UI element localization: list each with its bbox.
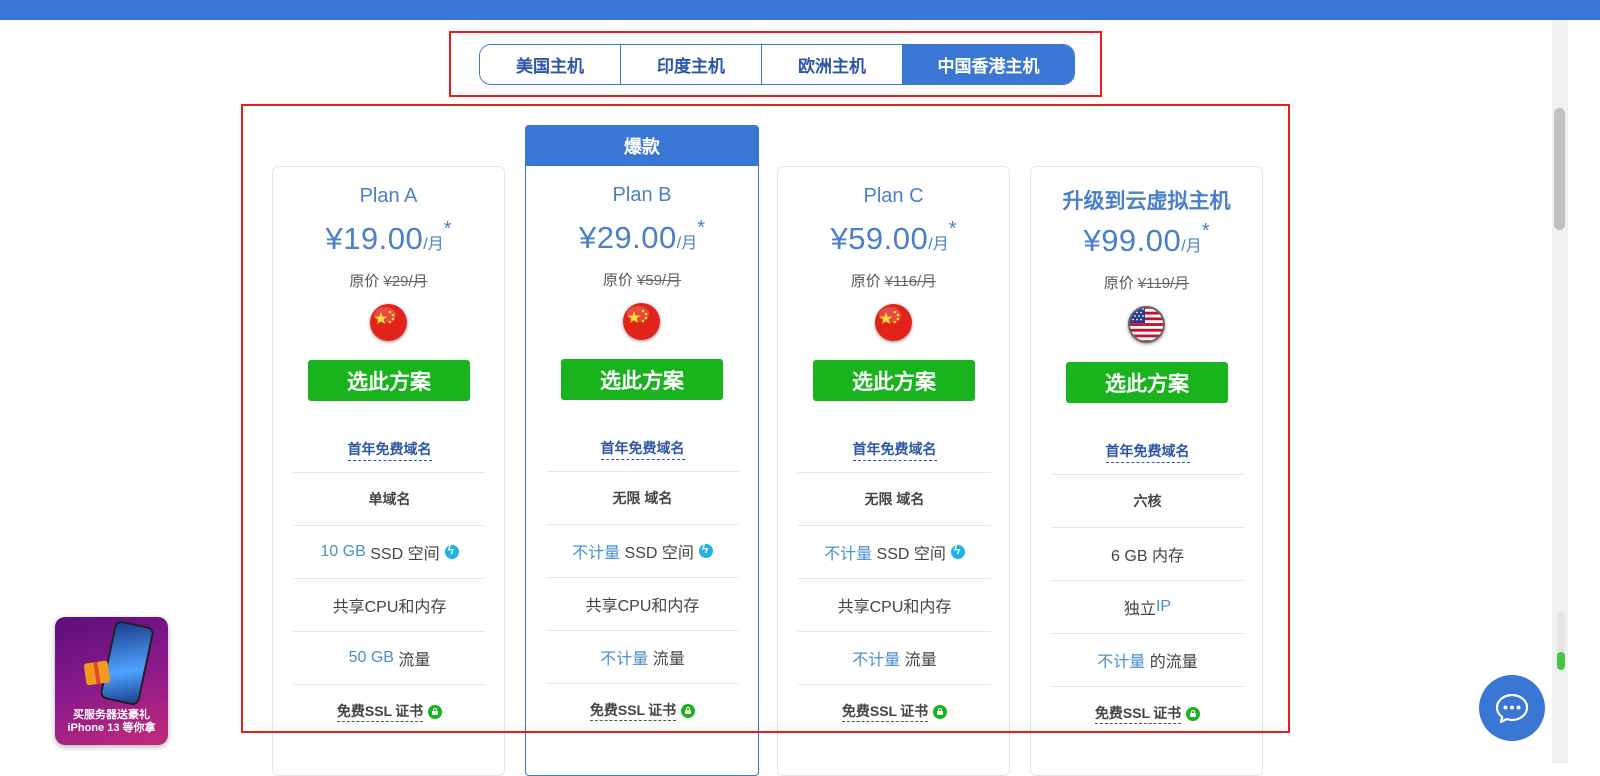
promo-line-2: iPhone 13 等你拿 [67, 722, 156, 734]
chat-bubble-icon [1495, 693, 1529, 724]
side-indicator [1557, 612, 1565, 670]
highlight-frame-tabs [449, 31, 1102, 97]
highlight-frame-plans [241, 104, 1290, 733]
chat-button[interactable] [1479, 675, 1545, 741]
promo-line-1: 买服务器送豪礼 [73, 709, 150, 721]
gift-icon [83, 660, 111, 686]
promo-banner[interactable]: 买服务器送豪礼 iPhone 13 等你拿 [55, 617, 168, 745]
promo-text: 买服务器送豪礼 iPhone 13 等你拿 [55, 709, 168, 735]
scrollbar-thumb[interactable] [1554, 108, 1565, 230]
top-bar [0, 0, 1600, 20]
